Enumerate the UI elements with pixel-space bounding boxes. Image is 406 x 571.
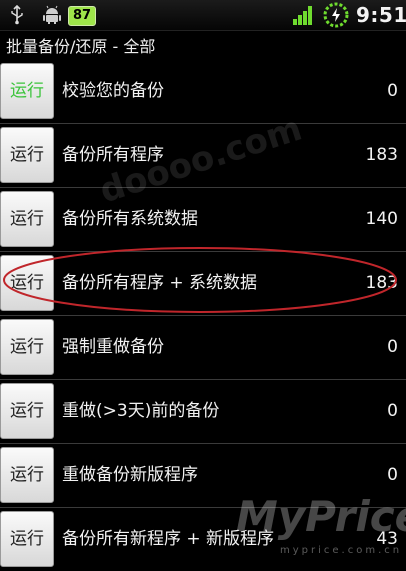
list-item: 运行 重做(>3天)前的备份 0 <box>0 379 406 443</box>
operation-label: 强制重做备份 <box>62 337 164 357</box>
usb-icon <box>11 5 23 25</box>
run-button[interactable]: 运行 <box>0 447 54 503</box>
list-item: 运行 备份所有系统数据 140 <box>0 187 406 251</box>
run-button[interactable]: 运行 <box>0 255 54 311</box>
operation-label: 备份所有程序 <box>62 145 164 165</box>
app-count: 43 <box>376 529 398 549</box>
operation-label: 校验您的备份 <box>62 81 164 101</box>
android-icon <box>43 5 61 24</box>
app-count: 140 <box>365 209 398 229</box>
batch-operations-list: 运行 校验您的备份 0 运行 备份所有程序 183 运行 备份所有系统数据 14… <box>0 60 406 571</box>
signal-icon <box>293 6 312 25</box>
list-item: 运行 备份所有新程序 + 新版程序 43 <box>0 507 406 571</box>
operation-label: 备份所有程序 + 系统数据 <box>62 273 258 293</box>
run-button[interactable]: 运行 <box>0 63 54 119</box>
app-count: 0 <box>387 337 398 357</box>
list-item: 运行 校验您的备份 0 <box>0 60 406 123</box>
operation-label: 重做(>3天)前的备份 <box>62 401 220 421</box>
run-button[interactable]: 运行 <box>0 191 54 247</box>
battery-charging-icon <box>323 2 349 28</box>
run-button[interactable]: 运行 <box>0 511 54 567</box>
app-count: 0 <box>387 401 398 421</box>
battery-level-badge: 87 <box>68 6 97 26</box>
run-button[interactable]: 运行 <box>0 319 54 375</box>
app-count: 0 <box>387 465 398 485</box>
operation-label: 重做备份新版程序 <box>62 465 198 485</box>
app-count: 0 <box>387 81 398 101</box>
clock: 9:51 <box>356 3 406 27</box>
app-count: 183 <box>365 273 398 293</box>
app-count: 183 <box>365 145 398 165</box>
operation-label: 备份所有新程序 + 新版程序 <box>62 529 275 549</box>
list-item: 运行 备份所有程序 + 系统数据 183 <box>0 251 406 315</box>
run-button[interactable]: 运行 <box>0 127 54 183</box>
status-bar: 87 9:51 <box>0 0 406 31</box>
run-button[interactable]: 运行 <box>0 383 54 439</box>
list-item: 运行 重做备份新版程序 0 <box>0 443 406 507</box>
operation-label: 备份所有系统数据 <box>62 209 198 229</box>
list-item: 运行 强制重做备份 0 <box>0 315 406 379</box>
page-title: 批量备份/还原 - 全部 <box>6 37 156 56</box>
list-item: 运行 备份所有程序 183 <box>0 123 406 187</box>
